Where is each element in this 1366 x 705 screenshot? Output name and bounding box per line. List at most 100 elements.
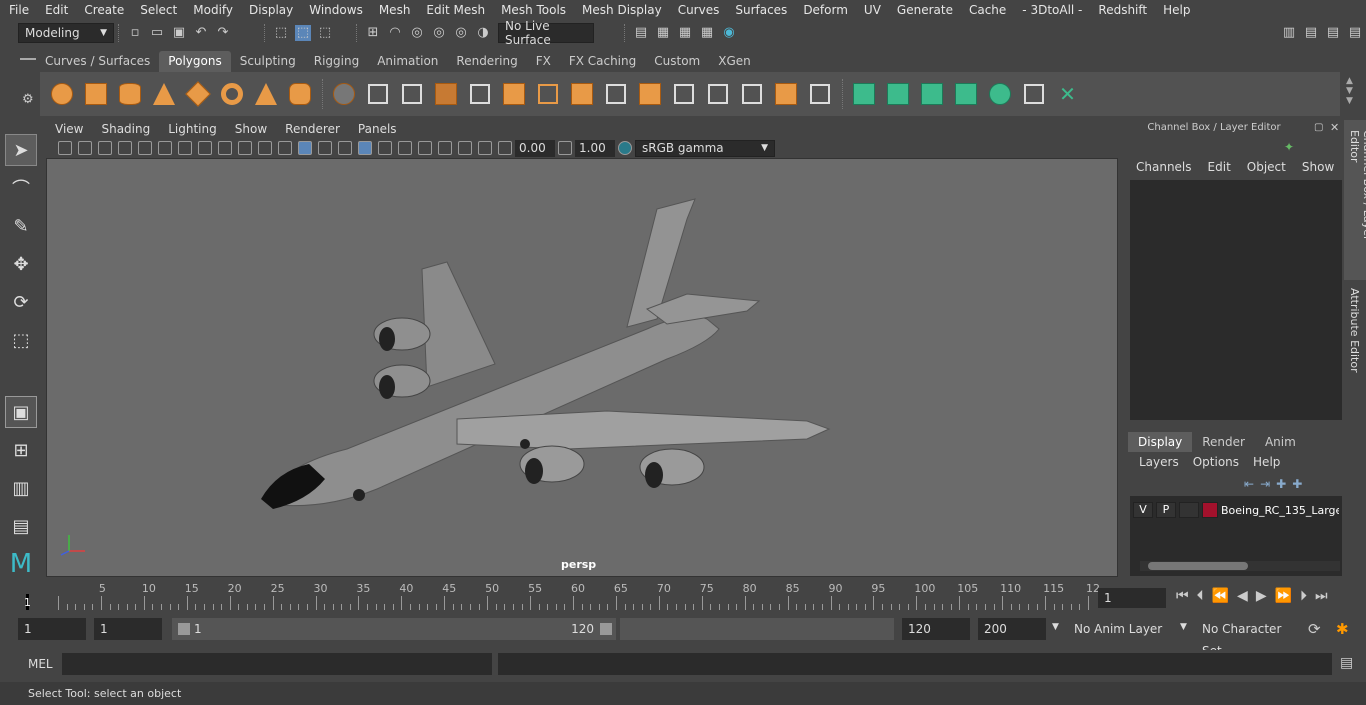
mirror-icon[interactable]: [498, 79, 529, 110]
isolate-icon[interactable]: [478, 141, 492, 155]
move-layer-down-icon[interactable]: ⇥: [1260, 477, 1270, 491]
xray-icon[interactable]: [358, 141, 372, 155]
panel-menu-lighting[interactable]: Lighting: [159, 122, 226, 136]
step-forward-key-icon[interactable]: ⏩: [1275, 588, 1292, 604]
channel-box-icon[interactable]: ▤: [1347, 25, 1363, 41]
bevel-icon[interactable]: [566, 79, 597, 110]
layer-tab-render[interactable]: Render: [1192, 432, 1255, 452]
mode-dropdown[interactable]: Modeling ▼: [18, 23, 114, 43]
exposure-field[interactable]: 0.00: [515, 139, 555, 157]
layer-row[interactable]: V P Boeing_RC_135_Large_: [1133, 500, 1340, 520]
smooth-shade-icon[interactable]: [298, 141, 312, 155]
anti-alias-icon[interactable]: [438, 141, 452, 155]
poly-pyramid-icon[interactable]: [250, 79, 281, 110]
extract-icon[interactable]: [396, 79, 427, 110]
layer-scrollbar[interactable]: [1140, 561, 1340, 571]
snap-curve-icon[interactable]: ◠: [387, 25, 403, 41]
camera-icon[interactable]: [58, 141, 72, 155]
shelf-tab-xgen[interactable]: XGen: [709, 51, 760, 72]
menu-surfaces[interactable]: Surfaces: [726, 3, 794, 17]
undo-icon[interactable]: ↶: [193, 25, 209, 41]
menu-select[interactable]: Select: [131, 3, 184, 17]
playback-end-field[interactable]: 120: [902, 618, 970, 640]
menu-redshift[interactable]: Redshift: [1089, 3, 1154, 17]
shelf-tab-custom[interactable]: Custom: [645, 51, 709, 72]
menu-windows[interactable]: Windows: [300, 3, 370, 17]
character-set-dropdown[interactable]: No Character Set: [1196, 618, 1300, 658]
channel-box-settings-icon[interactable]: ✦: [1284, 140, 1294, 154]
range-handle-left[interactable]: [178, 623, 190, 635]
wireframe-icon[interactable]: [278, 141, 292, 155]
camera-attributes-icon[interactable]: [78, 141, 92, 155]
bookmark-icon[interactable]: [98, 141, 112, 155]
menu-curves[interactable]: Curves: [669, 3, 727, 17]
menu-mesh-display[interactable]: Mesh Display: [573, 3, 669, 17]
channel-menu-channels[interactable]: Channels: [1128, 160, 1200, 178]
side-tab-attribute-editor[interactable]: Attribute Editor: [1344, 284, 1366, 384]
poly-pipe-icon[interactable]: [284, 79, 315, 110]
grid-toggle-icon[interactable]: [138, 141, 152, 155]
menu-help[interactable]: Help: [1154, 3, 1197, 17]
current-frame-field[interactable]: 1: [1098, 588, 1166, 608]
uv-editor-icon[interactable]: ✕: [1052, 79, 1083, 110]
gate-mask-icon[interactable]: [198, 141, 212, 155]
make-live-icon[interactable]: ◑: [475, 25, 491, 41]
poly-cube-icon[interactable]: [80, 79, 111, 110]
merge-icon[interactable]: [702, 79, 733, 110]
panel-menu-view[interactable]: View: [46, 122, 92, 136]
new-scene-icon[interactable]: ▫: [127, 25, 143, 41]
uv-planar-icon[interactable]: [848, 79, 879, 110]
play-forward-icon[interactable]: ▶: [1256, 588, 1267, 604]
layer-playback-toggle[interactable]: P: [1156, 502, 1176, 518]
chevron-down-icon[interactable]: ▼: [1180, 622, 1187, 632]
poly-sphere-icon[interactable]: [46, 79, 77, 110]
booleans-icon[interactable]: [464, 79, 495, 110]
menu-edit-mesh[interactable]: Edit Mesh: [417, 3, 492, 17]
channel-menu-object[interactable]: Object: [1239, 160, 1294, 178]
menu-display[interactable]: Display: [240, 3, 300, 17]
bridge-icon[interactable]: [600, 79, 631, 110]
collapse-icon[interactable]: [770, 79, 801, 110]
uv-checker-icon[interactable]: [1018, 79, 1049, 110]
select-hierarchy-icon[interactable]: ⬚: [273, 25, 289, 41]
shelf-settings-icon[interactable]: ⚙: [22, 92, 34, 107]
mel-input[interactable]: [62, 653, 492, 675]
multi-cut-icon[interactable]: [532, 79, 563, 110]
channel-list[interactable]: [1130, 180, 1342, 420]
extrude-icon[interactable]: [634, 79, 665, 110]
tool-settings-icon[interactable]: ▤: [1325, 25, 1341, 41]
layout-icon[interactable]: ▥: [5, 472, 37, 504]
layer-display-type[interactable]: [1179, 502, 1199, 518]
scale-tool-icon[interactable]: ⬚: [5, 324, 37, 356]
menu-cache[interactable]: Cache: [960, 3, 1013, 17]
snap-grid-icon[interactable]: ⊞: [365, 25, 381, 41]
motion-blur-icon[interactable]: [418, 141, 432, 155]
layer-visibility-toggle[interactable]: V: [1133, 502, 1153, 518]
image-plane-icon[interactable]: [118, 141, 132, 155]
ao-icon[interactable]: [398, 141, 412, 155]
shelf-tab-animation[interactable]: Animation: [368, 51, 447, 72]
panel-menu-renderer[interactable]: Renderer: [276, 122, 349, 136]
uv-cylindrical-icon[interactable]: [882, 79, 913, 110]
select-tool-icon[interactable]: ➤: [5, 134, 37, 166]
float-icon[interactable]: ▢: [1314, 122, 1323, 133]
shelf-tab-rigging[interactable]: Rigging: [305, 51, 368, 72]
outliner-layout-icon[interactable]: ▤: [5, 510, 37, 542]
panel-menu-shading[interactable]: Shading: [92, 122, 159, 136]
side-tab-channel-box[interactable]: Channel Box / Layer Editor: [1344, 120, 1366, 280]
render-view-icon[interactable]: ▤: [633, 25, 649, 41]
redo-icon[interactable]: ↷: [215, 25, 231, 41]
render-settings-icon[interactable]: ▦: [699, 25, 715, 41]
script-editor-icon[interactable]: ▤: [1340, 655, 1353, 671]
menu-edit[interactable]: Edit: [36, 3, 75, 17]
target-weld-icon[interactable]: [736, 79, 767, 110]
scene-start-field[interactable]: 1: [18, 618, 86, 640]
layer-menu-help[interactable]: Help: [1246, 455, 1287, 473]
time-slider[interactable]: 1 5 10 15 20 25 30 35 40 45 50 55 60 65 70 75 80 85 90 95 1…: [18, 580, 1100, 612]
shelf-tab-fx[interactable]: FX: [527, 51, 560, 72]
separate-icon[interactable]: [362, 79, 393, 110]
play-backward-icon[interactable]: ◀: [1237, 588, 1248, 604]
ipr-icon[interactable]: ▦: [677, 25, 693, 41]
shelf-tab-sculpting[interactable]: Sculpting: [231, 51, 305, 72]
move-tool-icon[interactable]: ✥: [5, 248, 37, 280]
